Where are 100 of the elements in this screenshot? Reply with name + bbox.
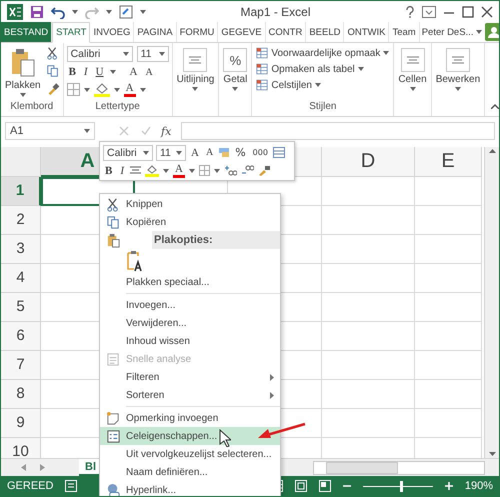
format-icon[interactable] bbox=[218, 147, 230, 158]
ribbon-tab[interactable]: Team bbox=[389, 22, 420, 42]
ribbon-tab[interactable]: GEGEVE bbox=[218, 22, 266, 42]
paste-button[interactable]: Plakken bbox=[4, 46, 42, 101]
fill-color-icon[interactable] bbox=[145, 164, 160, 177]
next-sheet-icon[interactable] bbox=[40, 464, 45, 471]
zoom-in-icon[interactable] bbox=[444, 482, 453, 490]
formula-input[interactable] bbox=[181, 122, 495, 140]
caret-icon bbox=[188, 168, 195, 172]
menu-item[interactable]: Knippen bbox=[100, 195, 280, 213]
font-size-field[interactable]: 11 bbox=[136, 46, 169, 62]
row-header[interactable]: 2 bbox=[1, 206, 41, 235]
ribbon-tab[interactable]: BESTAND bbox=[1, 22, 52, 42]
styles-menu-button[interactable]: Celstijlen bbox=[255, 78, 390, 92]
italic-button[interactable]: I bbox=[82, 66, 90, 78]
scroll-down-icon[interactable] bbox=[488, 452, 496, 456]
fill-color-icon[interactable] bbox=[94, 82, 110, 97]
row-header[interactable]: 1 bbox=[1, 177, 41, 206]
font-color-button[interactable]: A bbox=[124, 82, 136, 96]
bold-button[interactable]: B bbox=[66, 66, 78, 78]
caret-icon bbox=[383, 51, 390, 55]
table-format-icon[interactable] bbox=[272, 147, 285, 158]
ribbon-button[interactable]: Cellen bbox=[397, 46, 428, 101]
save-icon[interactable] bbox=[30, 4, 44, 18]
ribbon-tab[interactable]: START bbox=[52, 22, 90, 43]
thousands-button[interactable]: 000 bbox=[250, 148, 270, 157]
underline-button[interactable]: U bbox=[94, 66, 106, 78]
font-name-field[interactable]: Calibri bbox=[103, 144, 153, 160]
menu-item[interactable]: Inhoud wissen bbox=[100, 332, 280, 350]
menu-item[interactable]: Opmerking invoegen bbox=[100, 409, 280, 427]
page-layout-icon[interactable] bbox=[294, 480, 307, 492]
macro-record-icon[interactable] bbox=[65, 480, 78, 492]
zoom-level[interactable]: 190% bbox=[464, 480, 493, 492]
copy-icon[interactable] bbox=[46, 64, 60, 78]
ribbon-button[interactable]: Uitlijning bbox=[176, 46, 216, 101]
scroll-up-icon[interactable] bbox=[488, 149, 496, 153]
menu-item[interactable]: Invoegen... bbox=[100, 296, 280, 314]
bold-button[interactable]: B bbox=[103, 164, 114, 176]
row-header[interactable]: 8 bbox=[1, 380, 41, 409]
menu-item[interactable]: Kopiëren bbox=[100, 213, 280, 231]
zoom-slider-thumb[interactable] bbox=[400, 480, 404, 492]
menu-item[interactable]: Filteren bbox=[100, 368, 280, 386]
align-center-icon[interactable] bbox=[130, 166, 142, 176]
borders-icon[interactable] bbox=[66, 83, 80, 96]
name-box[interactable]: A1 bbox=[5, 122, 95, 140]
font-size-field[interactable]: 11 bbox=[156, 144, 186, 160]
ribbon-tab[interactable]: PAGINA bbox=[134, 22, 177, 42]
menu-item[interactable]: Celeigenschappen... bbox=[100, 427, 280, 445]
increase-decimal-icon[interactable] bbox=[224, 165, 237, 176]
grow-font-button[interactable]: A bbox=[128, 66, 140, 78]
ribbon-tab[interactable]: CONTR bbox=[266, 22, 306, 42]
previous-sheet-icon[interactable] bbox=[21, 464, 26, 471]
font-color-button[interactable]: A bbox=[173, 164, 185, 178]
column-header[interactable]: E bbox=[415, 147, 482, 177]
percent-button[interactable]: % bbox=[233, 146, 248, 159]
decrease-decimal-icon[interactable] bbox=[240, 165, 254, 176]
borders-icon[interactable] bbox=[198, 165, 210, 176]
column-header[interactable]: D bbox=[322, 147, 415, 177]
menu-item[interactable]: Plakken speciaal... bbox=[100, 273, 280, 291]
ribbon-button[interactable]: % Getal bbox=[222, 46, 248, 101]
account-name[interactable]: Peter DeS... bbox=[422, 26, 474, 38]
menu-item[interactable]: Hyperlink... bbox=[100, 481, 280, 496]
shrink-font-button[interactable]: A bbox=[204, 147, 216, 158]
menu-item[interactable]: Naam definiëren... bbox=[100, 463, 280, 481]
horizontal-scrollbar[interactable] bbox=[313, 460, 485, 474]
touch-mode-icon[interactable] bbox=[119, 4, 133, 18]
styles-menu-button[interactable]: Voorwaardelijke opmaak bbox=[255, 46, 390, 60]
row-header[interactable]: 7 bbox=[1, 351, 41, 380]
page-break-icon[interactable] bbox=[318, 480, 331, 492]
ribbon-display-icon[interactable] bbox=[422, 6, 436, 18]
italic-button[interactable]: I bbox=[118, 164, 126, 176]
ribbon-button[interactable]: Bewerken bbox=[434, 46, 482, 101]
collapse-ribbon-icon[interactable] bbox=[491, 104, 499, 109]
row-header[interactable]: 10 bbox=[1, 438, 41, 458]
row-header[interactable]: 5 bbox=[1, 293, 41, 322]
maximize-icon[interactable] bbox=[462, 6, 474, 18]
insert-function-button[interactable]: fx bbox=[155, 124, 178, 138]
styles-menu-button[interactable]: Opmaken als tabel bbox=[255, 62, 390, 76]
undo-icon[interactable] bbox=[51, 4, 65, 18]
ribbon-tab[interactable]: INVOEG bbox=[90, 22, 134, 42]
menu-item[interactable]: Uit vervolgkeuzelijst selecteren... bbox=[100, 445, 280, 463]
ribbon-tab[interactable]: FORMU bbox=[176, 22, 218, 42]
ribbon-tab[interactable]: BEELD bbox=[306, 22, 344, 42]
row-header[interactable]: 9 bbox=[1, 409, 41, 438]
row-header[interactable]: 4 bbox=[1, 264, 41, 293]
shrink-font-button[interactable]: A bbox=[144, 66, 155, 78]
paste-text-icon[interactable] bbox=[126, 250, 144, 272]
menu-item[interactable]: Sorteren bbox=[100, 386, 280, 404]
redo-icon[interactable] bbox=[85, 4, 99, 18]
row-header[interactable]: 3 bbox=[1, 235, 41, 264]
menu-item[interactable]: Verwijderen... bbox=[100, 314, 280, 332]
scissors-icon[interactable] bbox=[46, 46, 60, 60]
brush-icon[interactable] bbox=[258, 165, 271, 176]
ribbon-tab[interactable]: ONTWIK bbox=[344, 22, 390, 42]
grow-font-button[interactable]: A bbox=[189, 146, 201, 158]
help-icon[interactable] bbox=[405, 6, 415, 18]
row-header[interactable]: 6 bbox=[1, 322, 41, 351]
close-icon[interactable] bbox=[481, 6, 493, 18]
font-name-field[interactable]: Calibri bbox=[66, 46, 133, 62]
vertical-scrollbar[interactable] bbox=[484, 147, 499, 458]
